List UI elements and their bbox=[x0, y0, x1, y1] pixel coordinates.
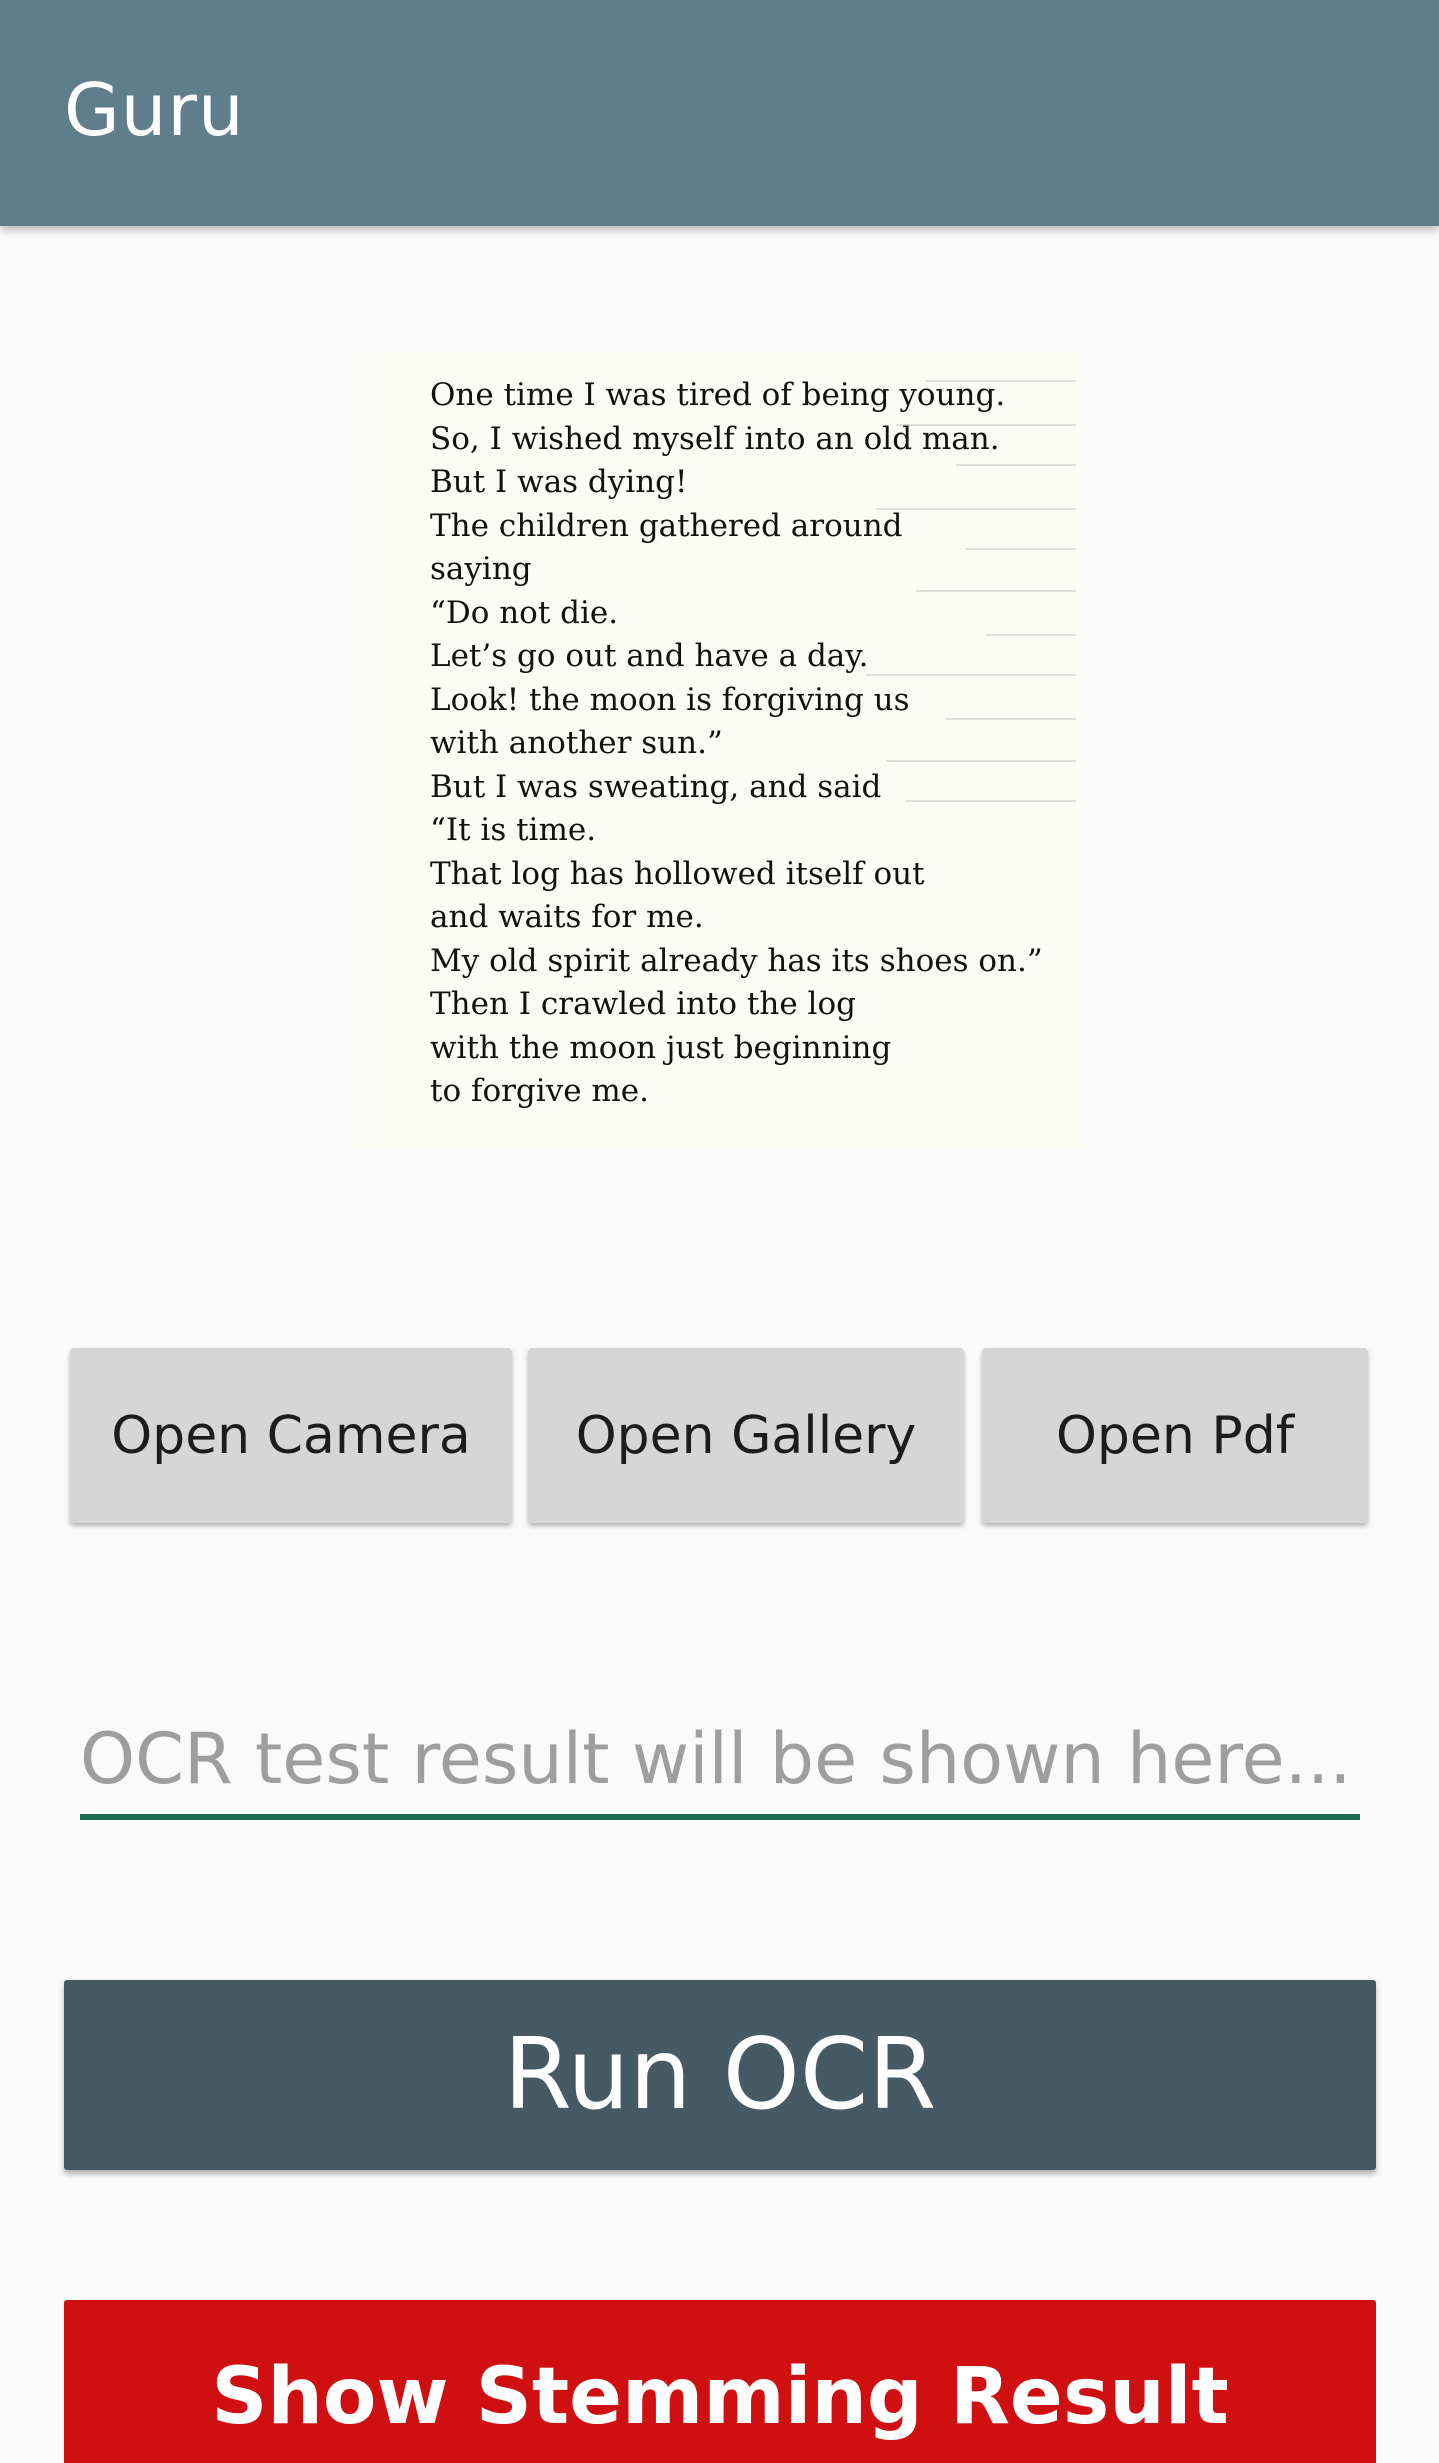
ocr-result-placeholder: OCR test result will be shown here... bbox=[80, 1718, 1352, 1800]
ocr-field-underline bbox=[80, 1814, 1360, 1820]
image-preview: One time I was tired of being young. So,… bbox=[354, 352, 1084, 1148]
source-button-row: Open Camera Open Gallery Open Pdf bbox=[70, 1348, 1370, 1523]
app-bar: Guru bbox=[0, 0, 1439, 226]
poem-line: with the moon just beginning bbox=[430, 1029, 892, 1066]
app-title: Guru bbox=[64, 68, 245, 152]
poem-line: One time I was tired of being young. bbox=[430, 377, 1006, 413]
run-ocr-label: Run OCR bbox=[503, 2018, 937, 2132]
open-pdf-label: Open Pdf bbox=[1055, 1405, 1295, 1466]
poem-line: and waits for me. bbox=[430, 899, 704, 935]
open-gallery-button[interactable]: Open Gallery bbox=[528, 1348, 964, 1523]
poem-line: But I was sweating, and said bbox=[430, 768, 882, 805]
poem-line: to forgive me. bbox=[430, 1073, 649, 1109]
poem-text: One time I was tired of being young. So,… bbox=[430, 374, 1070, 1114]
poem-line: Let’s go out and have a day. bbox=[430, 638, 869, 674]
open-gallery-label: Open Gallery bbox=[575, 1405, 917, 1466]
poem-line: So, I wished myself into an old man. bbox=[430, 420, 1000, 457]
show-stemming-result-label: Show Stemming Result bbox=[211, 2352, 1229, 2442]
poem-line: The children gathered around bbox=[430, 507, 903, 544]
poem-line: “Do not die. bbox=[430, 594, 619, 631]
poem-line: My old spirit already has its shoes on.” bbox=[430, 942, 1043, 979]
open-camera-label: Open Camera bbox=[111, 1405, 471, 1466]
poem-line: with another sun.” bbox=[430, 725, 723, 761]
poem-line: “It is time. bbox=[430, 812, 597, 848]
poem-line: Then I crawled into the log bbox=[430, 986, 856, 1022]
poem-line: That log has hollowed itself out bbox=[430, 855, 925, 892]
poem-line: saying bbox=[430, 551, 532, 587]
poem-line: Look! the moon is forgiving us bbox=[430, 681, 910, 718]
open-camera-button[interactable]: Open Camera bbox=[70, 1348, 512, 1523]
ocr-result-field[interactable]: OCR test result will be shown here... bbox=[80, 1700, 1360, 1820]
show-stemming-result-button[interactable]: Show Stemming Result bbox=[64, 2300, 1376, 2463]
run-ocr-button[interactable]: Run OCR bbox=[64, 1980, 1376, 2170]
open-pdf-button[interactable]: Open Pdf bbox=[982, 1348, 1368, 1523]
poem-line: But I was dying! bbox=[430, 464, 688, 500]
